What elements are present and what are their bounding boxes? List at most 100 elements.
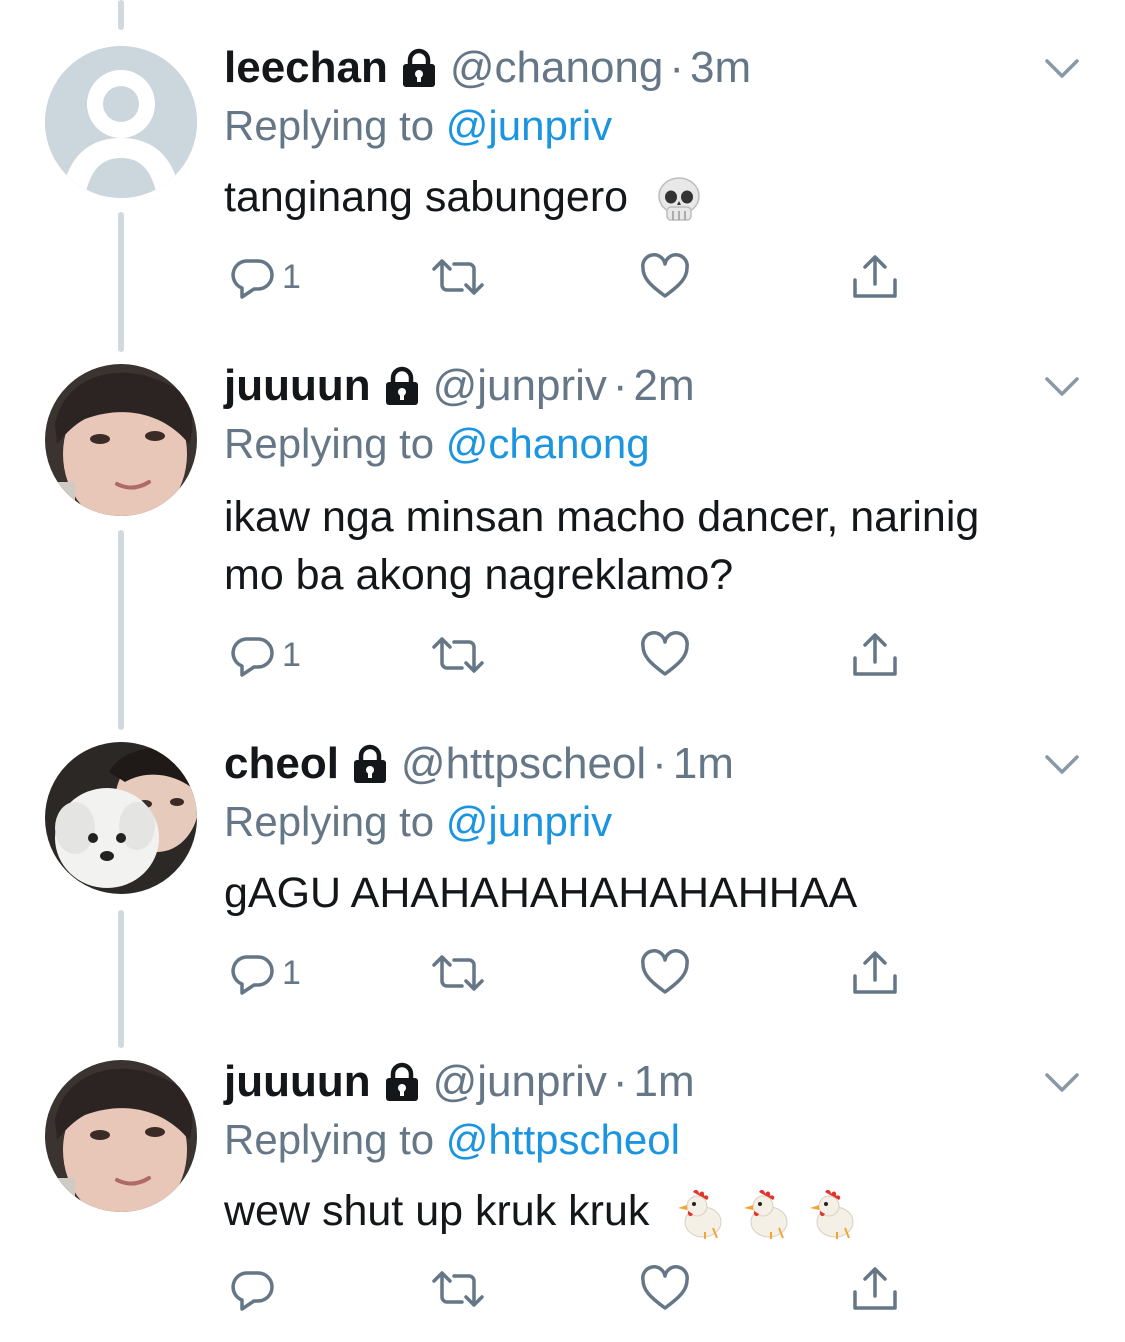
retweet-icon xyxy=(432,637,484,673)
display-name[interactable]: leechan xyxy=(224,40,388,96)
user-handle[interactable]: @chanong xyxy=(450,40,664,96)
share-button[interactable] xyxy=(850,948,900,998)
tweet[interactable]: cheol @httpscheol · 1m Replying to @junp… xyxy=(0,736,1125,1036)
user-handle[interactable]: @httpscheol xyxy=(401,736,646,792)
reply-count: 1 xyxy=(282,635,301,674)
heart-icon xyxy=(641,631,689,676)
chevron-down-icon[interactable] xyxy=(1042,744,1082,784)
tweet-text: gAGU AHAHAHAHAHAHAHHAA xyxy=(224,864,1064,922)
rooster-emoji xyxy=(744,1189,788,1239)
rooster-emoji xyxy=(678,1189,722,1239)
user-handle[interactable]: @junpriv xyxy=(433,358,607,414)
display-name[interactable]: juuuun xyxy=(224,358,371,414)
share-icon xyxy=(853,633,897,676)
reply-icon xyxy=(231,1271,274,1311)
chevron-down-icon[interactable] xyxy=(1042,366,1082,406)
separator-dot: · xyxy=(612,1057,628,1106)
replying-to-mention[interactable]: @httpscheol xyxy=(446,1116,680,1163)
reply-button[interactable]: 1 xyxy=(228,948,301,998)
tweet[interactable]: leechan @chanong · 3m Replying to @junpr… xyxy=(0,40,1125,340)
chevron-down-icon[interactable] xyxy=(1042,1062,1082,1102)
reply-icon xyxy=(231,955,274,995)
reply-button[interactable]: 1 xyxy=(228,252,301,302)
replying-to: Replying to @junpriv xyxy=(224,794,612,850)
heart-icon xyxy=(641,1265,689,1310)
user-with-dog-avatar xyxy=(45,742,197,894)
share-icon xyxy=(853,255,897,298)
tweet-actions: 1 xyxy=(224,252,924,302)
user-photo-avatar xyxy=(45,1060,197,1212)
retweet-button[interactable] xyxy=(430,948,486,998)
reply-count: 1 xyxy=(282,953,301,992)
retweet-button[interactable] xyxy=(430,252,486,302)
reply-icon xyxy=(231,637,274,677)
avatar[interactable] xyxy=(45,1060,197,1212)
separator-dot: · xyxy=(612,361,628,410)
heart-icon xyxy=(641,949,689,994)
tweet-text-line: mo ba akong nagreklamo? xyxy=(224,551,734,599)
tweet-text-content: gAGU AHAHAHAHAHAHAHHAA xyxy=(224,869,858,917)
like-button[interactable] xyxy=(640,252,690,302)
tweet-actions: 1 xyxy=(224,948,924,998)
replying-to-mention[interactable]: @junpriv xyxy=(446,798,612,845)
reply-count: 1 xyxy=(282,257,301,296)
retweet-icon xyxy=(432,259,484,295)
tweet-actions xyxy=(224,1264,924,1314)
lock-icon xyxy=(353,744,386,783)
chevron-down-icon[interactable] xyxy=(1042,48,1082,88)
reply-button[interactable] xyxy=(228,1264,282,1314)
skull-emoji xyxy=(658,176,700,221)
user-handle[interactable]: @junpriv xyxy=(433,1054,607,1110)
share-button[interactable] xyxy=(850,252,900,302)
tweet-header: leechan @chanong · 3m xyxy=(224,40,751,96)
lock-icon xyxy=(385,366,418,405)
avatar[interactable] xyxy=(45,46,197,198)
tweet-time[interactable]: 1m xyxy=(673,736,734,792)
tweet-time[interactable]: 3m xyxy=(690,40,751,96)
lock-icon xyxy=(385,1062,418,1101)
tweet[interactable]: juuuun @junpriv · 1m Replying to @httpsc… xyxy=(0,1054,1125,1342)
display-name[interactable]: cheol xyxy=(224,736,339,792)
share-icon xyxy=(853,1267,897,1310)
tweet-thread: leechan @chanong · 3m Replying to @junpr… xyxy=(0,0,1125,1342)
replying-to-label: Replying to xyxy=(224,1116,435,1163)
avatar[interactable] xyxy=(45,364,197,516)
lock-icon xyxy=(402,48,435,87)
tweet-text-line: ikaw nga minsan macho dancer, narinig xyxy=(224,493,980,541)
tweet-text-content: wew shut up kruk kruk xyxy=(224,1187,650,1235)
replying-to-label: Replying to xyxy=(224,420,435,467)
replying-to-mention[interactable]: @chanong xyxy=(446,420,650,467)
retweet-button[interactable] xyxy=(430,630,486,680)
share-button[interactable] xyxy=(850,1264,900,1314)
share-button[interactable] xyxy=(850,630,900,680)
replying-to: Replying to @junpriv xyxy=(224,98,612,154)
tweet-time[interactable]: 1m xyxy=(634,1054,695,1110)
tweet-time[interactable]: 2m xyxy=(634,358,695,414)
separator-dot: · xyxy=(652,739,667,788)
tweet-header: juuuun @junpriv · 2m xyxy=(224,358,695,414)
reply-icon xyxy=(231,259,274,299)
tweet[interactable]: juuuun @junpriv · 2m Replying to @chanon… xyxy=(0,358,1125,698)
tweet-text: wew shut up kruk kruk xyxy=(224,1182,1064,1240)
display-name[interactable]: juuuun xyxy=(224,1054,371,1110)
heart-icon xyxy=(641,253,689,298)
like-button[interactable] xyxy=(640,948,690,998)
tweet-actions: 1 xyxy=(224,630,924,680)
tweet-text: ikaw nga minsan macho dancer, narinig mo… xyxy=(224,488,1064,604)
reply-button[interactable]: 1 xyxy=(228,630,301,680)
replying-to-mention[interactable]: @junpriv xyxy=(446,102,612,149)
default-avatar-icon xyxy=(45,46,197,198)
tweet-text-content: tanginang sabungero xyxy=(224,173,629,221)
share-icon xyxy=(853,951,897,994)
rooster-emoji xyxy=(810,1189,854,1239)
like-button[interactable] xyxy=(640,630,690,680)
replying-to-label: Replying to xyxy=(224,798,435,845)
avatar[interactable] xyxy=(45,742,197,894)
retweet-button[interactable] xyxy=(430,1264,486,1314)
tweet-header: juuuun @junpriv · 1m xyxy=(224,1054,695,1110)
separator-dot: · xyxy=(669,43,685,92)
like-button[interactable] xyxy=(640,1264,690,1314)
retweet-icon xyxy=(432,1271,484,1307)
replying-to: Replying to @httpscheol xyxy=(224,1112,680,1168)
tweet-text: tanginang sabungero xyxy=(224,168,1064,226)
